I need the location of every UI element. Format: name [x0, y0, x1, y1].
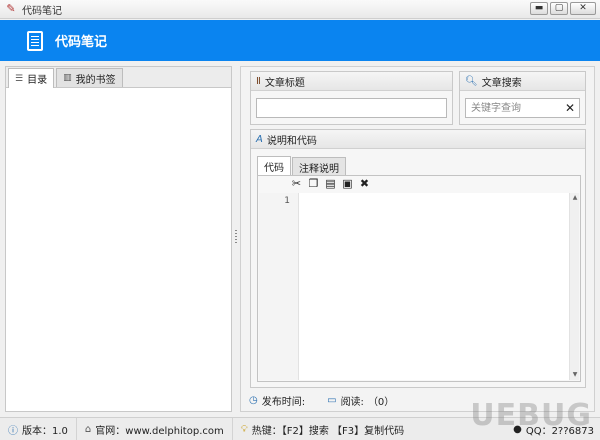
desc-code-header: A 说明和代码: [251, 130, 585, 149]
article-search-group: 🔍︎ 文章搜索 ✕: [459, 71, 586, 125]
info-icon: ⓘ: [8, 425, 18, 437]
publish-time-label: 发布时间:: [261, 397, 306, 408]
scroll-down-icon[interactable]: ▼: [570, 370, 580, 380]
cut-icon[interactable]: ✂: [290, 177, 303, 190]
read-label: 阅读:: [340, 397, 364, 408]
catalog-tree[interactable]: [6, 88, 231, 411]
copy-icon[interactable]: ❐: [307, 177, 320, 190]
save-icon[interactable]: ▣: [341, 177, 354, 190]
website-text: 官网：www.delphitop.com: [95, 425, 224, 437]
tab-bookmarks-label: 我的书签: [75, 74, 116, 86]
code-tab-strip: 代码 注释说明: [257, 156, 347, 176]
website-item[interactable]: ⌂ 官网：www.delphitop.com: [77, 418, 233, 440]
article-title-header: Ⅱ 文章标题: [251, 72, 452, 91]
clear-search-icon[interactable]: ✕: [563, 101, 577, 115]
notebook-icon: [27, 30, 43, 51]
content-area: Ⅱ 文章标题 🔍︎ 文章搜索 ✕ A 说明和代码 代码 注释说明 ✂ ❐ ▤ ▣…: [240, 66, 595, 412]
tab-catalog-label: 目录: [27, 75, 48, 86]
list-icon: ☰: [15, 73, 24, 84]
article-title-label: 文章标题: [264, 77, 305, 89]
line-number: 1: [284, 196, 290, 206]
line-gutter: 1: [259, 193, 299, 380]
title-icon: Ⅱ: [256, 75, 261, 87]
catalog-panel: ☰ 目录 ▥ 我的书签: [5, 66, 232, 412]
read-count: （0）: [367, 397, 395, 408]
hotkeys-item: 💡︎ 热键：【F2】搜索 【F3】复制代码: [233, 418, 412, 440]
app-feather-icon: ✎: [6, 2, 16, 15]
version-item: ⓘ 版本：1.0: [0, 418, 77, 440]
close-icon[interactable]: ✖: [358, 177, 371, 190]
bookmark-icon: ▥: [63, 73, 72, 83]
left-tab-strip: ☰ 目录 ▥ 我的书签: [6, 67, 231, 88]
panel-splitter[interactable]: [233, 230, 239, 244]
text-icon: A: [256, 133, 263, 145]
version-text: 版本：1.0: [22, 425, 68, 437]
lightbulb-icon: 💡︎: [240, 423, 248, 435]
article-search-header: 🔍︎ 文章搜索: [460, 72, 585, 91]
tab-comments[interactable]: 注释说明: [292, 157, 346, 176]
window-titlebar: ✎ 代码笔记 ▬ ▢ ✕: [0, 0, 600, 19]
paste-icon[interactable]: ▤: [324, 177, 337, 190]
close-button[interactable]: ✕: [570, 2, 596, 15]
watermark-logo: UEBUG: [470, 398, 592, 433]
article-title-group: Ⅱ 文章标题: [250, 71, 453, 125]
desc-code-label: 说明和代码: [266, 135, 317, 147]
window-title: 代码笔记: [22, 5, 62, 17]
hotkeys-text: 热键：【F2】搜索 【F3】复制代码: [251, 425, 405, 437]
article-info-row: ◷ 发布时间: ▭ 阅读: （0）: [249, 393, 394, 408]
editor-scrollbar[interactable]: ▲ ▼: [569, 193, 579, 380]
search-icon: 🔍︎: [465, 75, 478, 87]
maximize-button[interactable]: ▢: [550, 2, 568, 15]
home-icon: ⌂: [84, 423, 92, 435]
code-editor[interactable]: 1 ▲ ▼: [259, 193, 579, 380]
code-panel: ✂ ❐ ▤ ▣ ✖ 1 ▲ ▼: [257, 175, 581, 382]
minimize-button[interactable]: ▬: [530, 2, 548, 15]
app-name: 代码笔记: [55, 35, 108, 50]
monitor-icon: ▭: [327, 395, 337, 406]
article-search-label: 文章搜索: [481, 77, 522, 89]
code-toolbar: ✂ ❐ ▤ ▣ ✖: [290, 177, 371, 191]
tab-catalog[interactable]: ☰ 目录: [8, 68, 55, 88]
clock-icon: ◷: [249, 395, 258, 406]
scroll-up-icon[interactable]: ▲: [570, 193, 580, 203]
window-controls: ▬ ▢ ✕: [530, 2, 596, 15]
tab-bookmarks[interactable]: ▥ 我的书签: [56, 68, 123, 87]
app-header: 代码笔记: [0, 20, 600, 61]
article-title-input[interactable]: [256, 98, 447, 118]
tab-code[interactable]: 代码: [257, 156, 291, 176]
